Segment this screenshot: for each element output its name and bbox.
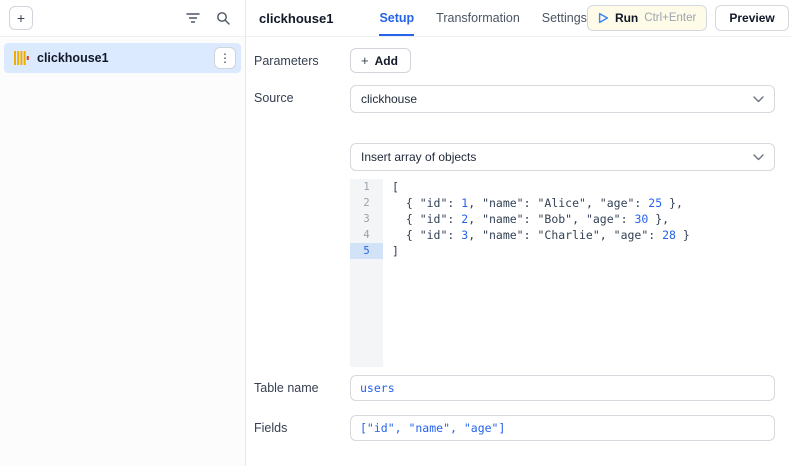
source-select[interactable]: clickhouse — [350, 85, 775, 113]
sidebar-toolbar: + — [0, 0, 245, 37]
chevron-down-icon — [753, 96, 764, 103]
table-name-input[interactable] — [350, 375, 775, 401]
search-icon[interactable] — [213, 8, 233, 28]
line-number: 5 — [350, 243, 383, 259]
plus-icon: + — [361, 53, 369, 68]
parameters-row: Parameters + Add — [254, 48, 775, 73]
source-select-value: clickhouse — [361, 92, 753, 106]
tab-transformation[interactable]: Transformation — [436, 0, 520, 36]
play-icon — [598, 12, 609, 24]
line-number: 4 — [350, 227, 383, 243]
step-title: clickhouse1 — [259, 11, 333, 26]
add-parameter-label: Add — [375, 54, 398, 68]
source-row: Source clickhouse — [254, 85, 775, 134]
fields-label: Fields — [254, 415, 350, 435]
sidebar-item-clickhouse1[interactable]: clickhouse1 ⋮ — [4, 43, 241, 73]
header-actions: Run Ctrl+Enter Preview — [587, 5, 789, 31]
tab-bar: Setup Transformation Settings — [379, 0, 587, 36]
editor-code: [ { "id": 1, "name": "Alice", "age": 25 … — [383, 179, 775, 367]
main-panel: clickhouse1 Setup Transformation Setting… — [246, 0, 791, 466]
sidebar-item-label: clickhouse1 — [37, 51, 206, 65]
fields-row: Fields — [254, 415, 775, 441]
insert-mode-value: Insert array of objects — [361, 150, 753, 164]
code-line[interactable]: { "id": 1, "name": "Alice", "age": 25 }, — [392, 195, 775, 211]
add-parameter-button[interactable]: + Add — [350, 48, 411, 73]
editor-gutter: 12345 — [350, 179, 383, 367]
line-number: 3 — [350, 211, 383, 227]
insert-mode-row: Insert array of objects — [254, 143, 775, 171]
step-content: Parameters + Add Source clickhouse — [246, 37, 791, 466]
kebab-menu-button[interactable]: ⋮ — [214, 47, 236, 69]
resource-placeholder — [350, 116, 660, 134]
run-button[interactable]: Run Ctrl+Enter — [587, 5, 707, 31]
tab-setup[interactable]: Setup — [379, 0, 414, 36]
run-shortcut: Ctrl+Enter — [644, 12, 696, 24]
preview-button[interactable]: Preview — [715, 5, 788, 31]
add-node-button[interactable]: + — [9, 6, 33, 30]
insert-mode-label-spacer — [254, 143, 350, 149]
sidebar: + clickhouse1 ⋮ — [0, 0, 246, 466]
source-label: Source — [254, 85, 350, 105]
line-number: 1 — [350, 179, 383, 195]
code-line[interactable]: { "id": 2, "name": "Bob", "age": 30 }, — [392, 211, 775, 227]
kebab-icon: ⋮ — [219, 51, 231, 65]
clickhouse-logo-icon — [14, 51, 29, 65]
fields-input[interactable] — [350, 415, 775, 441]
code-line[interactable]: ] — [392, 243, 775, 259]
tab-settings[interactable]: Settings — [542, 0, 587, 36]
json-editor[interactable]: 12345 [ { "id": 1, "name": "Alice", "age… — [350, 179, 775, 367]
line-number: 2 — [350, 195, 383, 211]
step-header: clickhouse1 Setup Transformation Setting… — [246, 0, 791, 37]
editor-row: 12345 [ { "id": 1, "name": "Alice", "age… — [254, 179, 775, 367]
app: + clickhouse1 ⋮ — [0, 0, 791, 466]
table-name-row: Table name — [254, 375, 775, 401]
table-name-label: Table name — [254, 375, 350, 395]
chevron-down-icon — [753, 154, 764, 161]
filter-icon[interactable] — [183, 8, 203, 28]
parameters-label: Parameters — [254, 48, 350, 68]
run-label: Run — [615, 11, 638, 25]
editor-label-spacer — [254, 179, 350, 185]
insert-mode-select[interactable]: Insert array of objects — [350, 143, 775, 171]
code-line[interactable]: [ — [392, 179, 775, 195]
code-line[interactable]: { "id": 3, "name": "Charlie", "age": 28 … — [392, 227, 775, 243]
